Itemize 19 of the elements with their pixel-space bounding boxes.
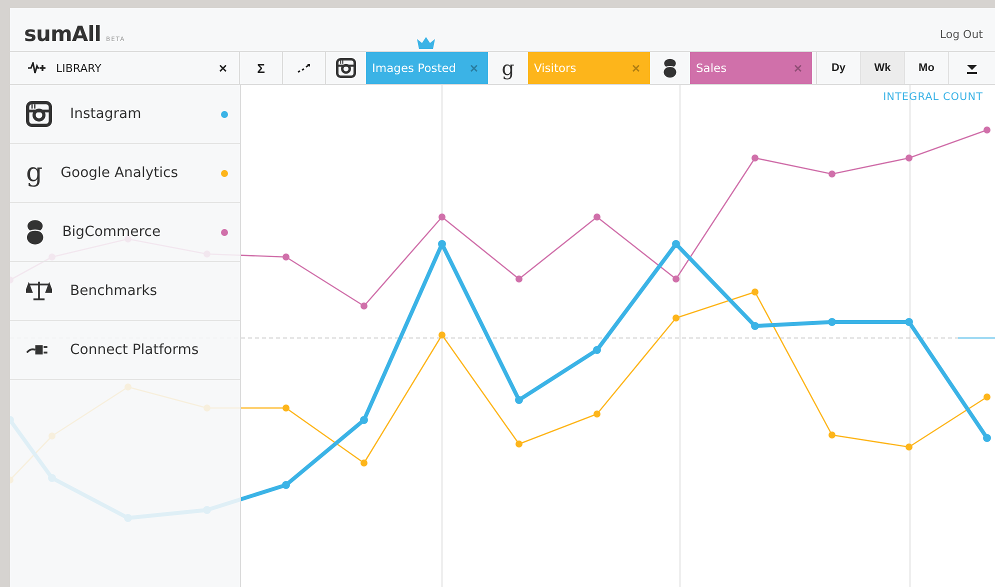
- g-letter-icon: g: [26, 160, 43, 186]
- sidebar-item[interactable]: BigCommerce: [10, 203, 240, 262]
- camera-icon: [26, 101, 52, 127]
- download-icon: [966, 62, 978, 74]
- g-letter-icon: g: [502, 58, 514, 78]
- trend-icon: [297, 63, 311, 73]
- sidebar-item[interactable]: Benchmarks: [10, 262, 240, 321]
- sidebar-item[interactable]: Connect Platforms: [10, 321, 240, 380]
- logout-link[interactable]: Log Out: [940, 28, 983, 41]
- sidebar-item[interactable]: g Google Analytics: [10, 144, 240, 203]
- stacked-stones-icon: [26, 219, 44, 245]
- close-button[interactable]: ×: [218, 60, 227, 76]
- library-label: LIBRARY: [56, 62, 102, 74]
- stacked-stones-icon: [663, 58, 677, 78]
- period-button[interactable]: Wk: [861, 52, 905, 84]
- sumall-logo: sumAll: [24, 22, 101, 46]
- camera-icon: [336, 58, 356, 78]
- pulse-plus-icon: [28, 62, 46, 74]
- sidebar-item[interactable]: Instagram: [10, 85, 240, 144]
